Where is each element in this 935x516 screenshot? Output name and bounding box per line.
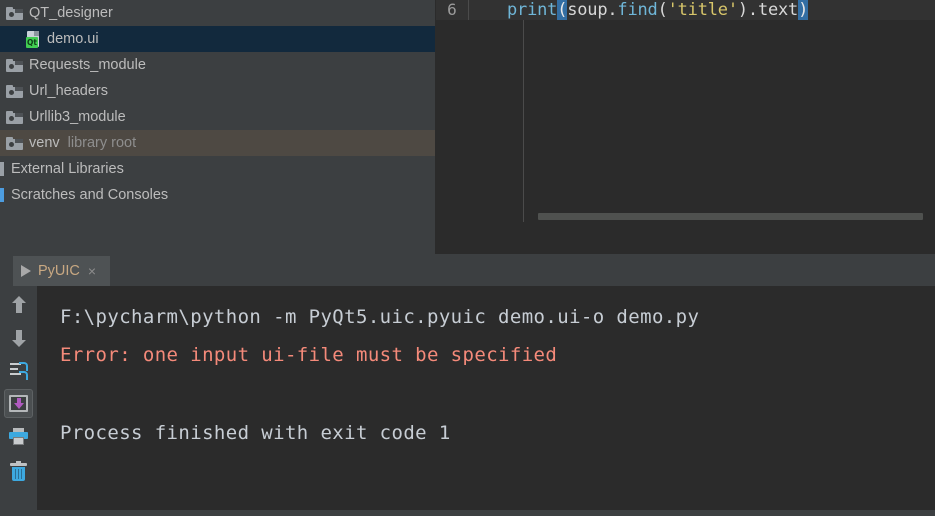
library-icon [0, 162, 4, 176]
tree-row-venv[interactable]: venv library root [0, 130, 435, 156]
printer-icon [9, 428, 28, 445]
console-line-error: Error: one input ui-file must be specifi… [60, 344, 558, 366]
tree-row-label: External Libraries [11, 161, 124, 177]
editor-gutter-divider [523, 20, 524, 222]
tree-row-label: Url_headers [29, 83, 108, 99]
tree-row-demo-ui[interactable]: Qt demo.ui [0, 26, 435, 52]
project-tool-window[interactable]: QT_designer Qt demo.ui Requests_module U… [0, 0, 436, 254]
tree-row-label: Requests_module [29, 57, 146, 73]
soft-wrap-icon [9, 362, 28, 380]
tab-pyuic[interactable]: PyUIC × [13, 256, 110, 286]
tree-row-requests-module[interactable]: Requests_module [0, 52, 435, 78]
scratch-icon [0, 188, 4, 202]
folder-icon [6, 58, 23, 72]
arrow-up-icon [11, 295, 27, 314]
tree-row-label: venv [29, 135, 60, 151]
arrow-down-icon [11, 329, 27, 347]
token-title-string: 'title' [667, 0, 738, 20]
print-button[interactable] [4, 422, 33, 451]
token-soup: soup. [567, 0, 618, 20]
console-line-command: F:\pycharm\python -m PyQt5.uic.pyuic dem… [60, 306, 700, 328]
console-output[interactable]: F:\pycharm\python -m PyQt5.uic.pyuic dem… [37, 286, 935, 516]
clear-all-button[interactable] [4, 457, 33, 486]
folder-icon [6, 6, 23, 20]
tree-row-scratches-and-consoles[interactable]: Scratches and Consoles [0, 182, 435, 208]
token-dot-text: .text [747, 0, 799, 20]
tree-row-urllib3-module[interactable]: Urllib3_module [0, 104, 435, 130]
tree-row-label: QT_designer [29, 5, 113, 21]
token-print: print [507, 0, 558, 20]
folder-icon [6, 84, 23, 98]
code-line-6[interactable]: 6 print(soup.find('title').text) [436, 0, 935, 20]
tab-pyuic-label: PyUIC [38, 263, 80, 279]
scroll-to-end-button[interactable] [4, 389, 33, 418]
scroll-down-button[interactable] [4, 323, 33, 352]
console-toolbar [0, 286, 37, 516]
tree-row-label: demo.ui [47, 31, 99, 47]
token-inner-close-paren: ) [737, 0, 748, 20]
bottom-strip [0, 510, 935, 516]
console-line-result: Process finished with exit code 1 [60, 422, 451, 444]
tree-row-sublabel: library root [67, 135, 137, 151]
editor-lower-filler [436, 223, 935, 254]
editor-horizontal-scrollbar-thumb[interactable] [538, 213, 923, 220]
token-inner-open-paren: ( [657, 0, 668, 20]
code-text: print(soup.find('title').text) [469, 0, 808, 20]
soft-wrap-button[interactable] [4, 356, 33, 385]
folder-icon [6, 136, 23, 150]
tree-row-external-libraries[interactable]: External Libraries [0, 156, 435, 182]
play-icon [21, 265, 31, 277]
ide-window: QT_designer Qt demo.ui Requests_module U… [0, 0, 935, 516]
code-editor[interactable]: 6 print(soup.find('title').text) [436, 0, 935, 254]
trash-icon [10, 460, 27, 481]
tree-row-url-headers[interactable]: Url_headers [0, 78, 435, 104]
editor-gutter [436, 20, 523, 222]
print-to-file-icon [9, 395, 28, 412]
console-tab-bar: PyUIC × [0, 256, 935, 286]
token-open-paren: ( [557, 0, 568, 20]
tree-row-qt-designer[interactable]: QT_designer [0, 0, 435, 26]
tree-row-label: Scratches and Consoles [11, 187, 169, 203]
run-tool-window: PyUIC × F:\pycharm\python -m PyQt5.uic.p… [0, 256, 935, 516]
scroll-up-button[interactable] [4, 290, 33, 319]
folder-icon [6, 110, 23, 124]
qt-ui-file-icon: Qt [26, 30, 41, 48]
token-close-paren: ) [798, 0, 809, 20]
tree-row-label: Urllib3_module [29, 109, 126, 125]
top-area: QT_designer Qt demo.ui Requests_module U… [0, 0, 935, 254]
line-number: 6 [447, 0, 457, 19]
token-find: find [617, 0, 658, 20]
close-icon[interactable]: × [88, 264, 96, 278]
